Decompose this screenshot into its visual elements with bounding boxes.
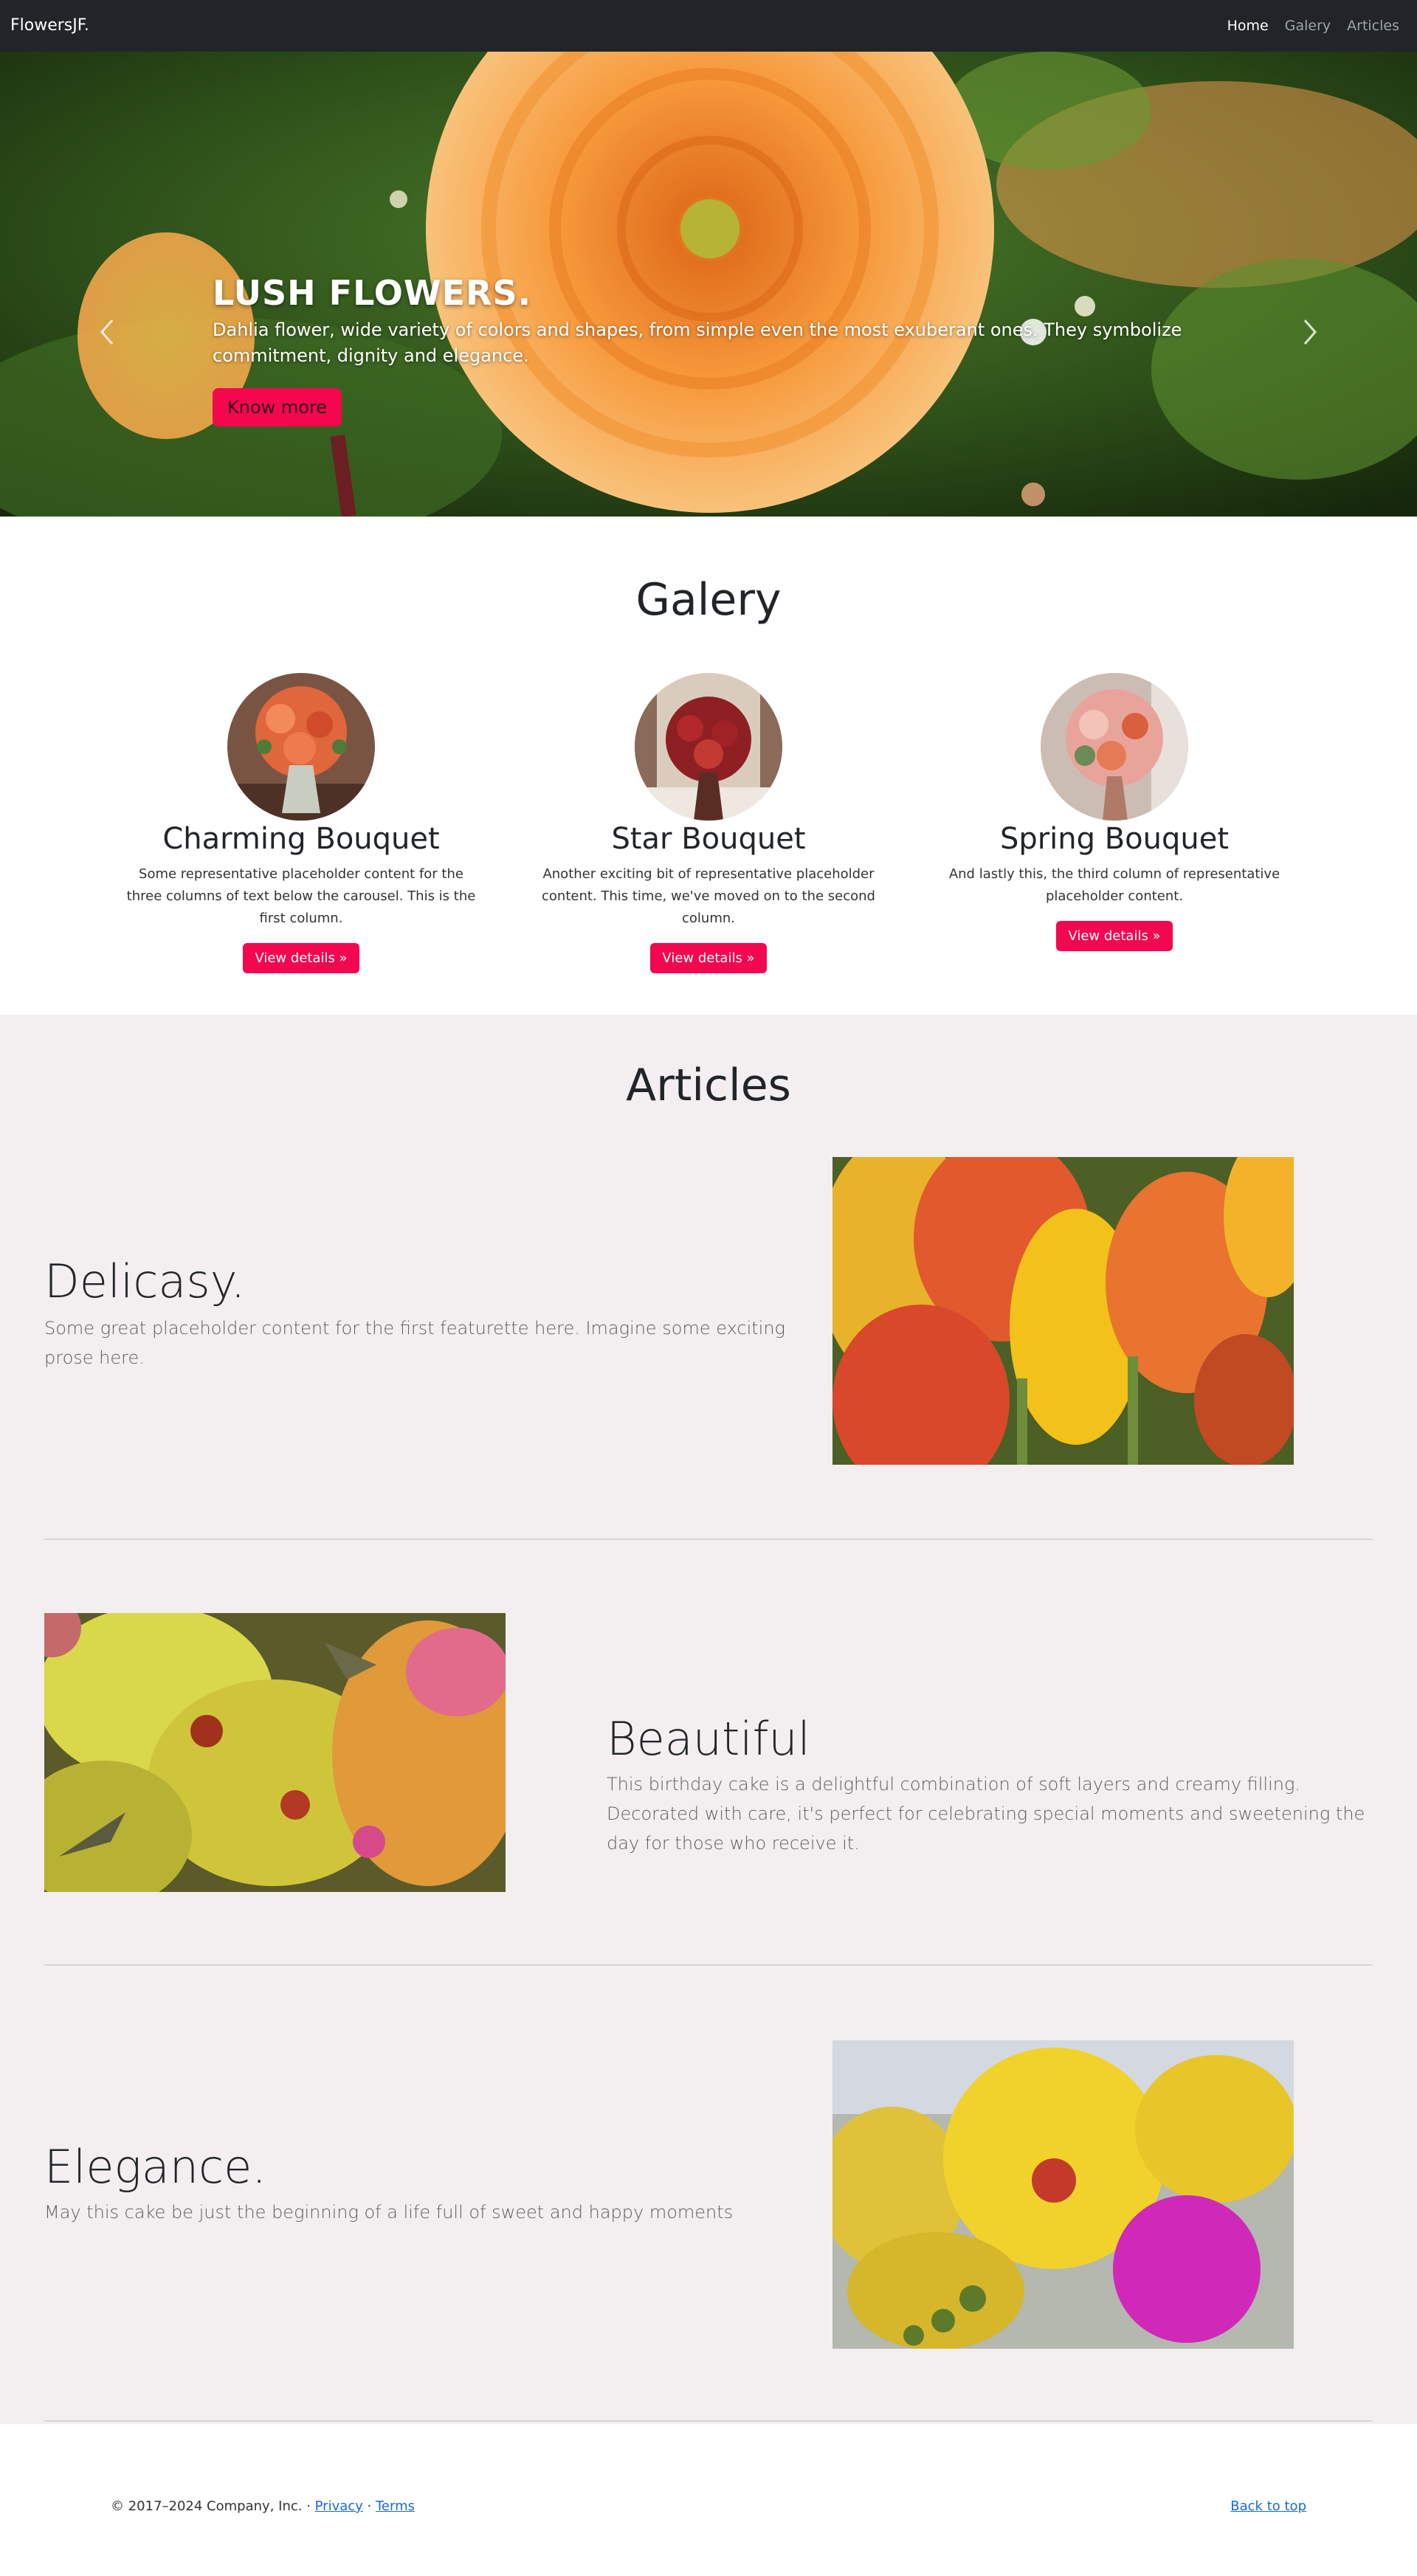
feature-text: Some great placeholder content for the f…	[44, 1318, 785, 1368]
gallery-card: Spring Bouquet And lastly this, the thir…	[937, 673, 1292, 951]
view-details-button[interactable]: View details »	[1056, 921, 1173, 951]
hero-caption: LUSH FLOWERS. Dahlia flower, wide variet…	[213, 273, 1238, 427]
view-details-button[interactable]: View details »	[243, 943, 359, 973]
hero-title: LUSH FLOWERS.	[213, 273, 532, 313]
feature-text: This birthday cake is a delightful combi…	[607, 1774, 1365, 1854]
nav-link-articles[interactable]: Articles	[1347, 18, 1399, 34]
terms-link[interactable]: Terms	[376, 2499, 415, 2514]
hero-text: Dahlia flower, wide variety of colors an…	[213, 320, 1182, 366]
gallery-title: Galery	[635, 574, 782, 626]
view-details-button[interactable]: View details »	[650, 943, 767, 973]
orchids-hummingbirds-image	[44, 1613, 506, 1892]
tulips-image	[832, 1157, 1294, 1465]
chevron-left-icon[interactable]	[96, 317, 118, 347]
nav-link-home[interactable]: Home	[1227, 18, 1269, 34]
feature-heading: Elegance.	[44, 2140, 266, 2194]
card-title: Spring Bouquet	[999, 822, 1230, 856]
back-to-top-link[interactable]: Back to top	[1230, 2499, 1306, 2514]
gallery-card: Star Bouquet Another exciting bit of rep…	[531, 673, 886, 973]
navbar: FlowersJF. Home Galery Articles	[0, 0, 1417, 52]
divider	[44, 2420, 1373, 2422]
chevron-right-icon[interactable]	[1299, 317, 1321, 347]
privacy-link[interactable]: Privacy	[315, 2499, 363, 2514]
copyright-text: © 2017–2024 Company, Inc. ·	[111, 2499, 315, 2514]
card-title: Charming Bouquet	[162, 822, 440, 856]
divider	[44, 1964, 1373, 1966]
spring-bouquet-image	[1041, 673, 1188, 821]
feature-heading: Beautiful	[607, 1712, 810, 1766]
nav-link-galery[interactable]: Galery	[1285, 18, 1331, 34]
footer-copyright: © 2017–2024 Company, Inc. · Privacy · Te…	[111, 2499, 415, 2514]
card-text: Another exciting bit of representative p…	[542, 866, 875, 926]
brand-logo[interactable]: FlowersJF.	[10, 16, 89, 35]
articles-title: Articles	[626, 1060, 791, 1111]
card-title: Star Bouquet	[611, 822, 806, 856]
hero-carousel: LUSH FLOWERS. Dahlia flower, wide variet…	[0, 52, 1417, 517]
gallery-card: Charming Bouquet Some representative pla…	[124, 673, 478, 973]
charming-bouquet-image	[227, 673, 375, 821]
divider	[44, 1539, 1373, 1540]
nav-links: Home Galery Articles	[1227, 18, 1399, 34]
feature-heading: Delicasy.	[44, 1254, 246, 1308]
yellow-orchids-image	[832, 2040, 1294, 2349]
separator: ·	[362, 2499, 376, 2514]
star-bouquet-image	[635, 673, 782, 821]
feature-text: May this cake be just the beginning of a…	[44, 2202, 734, 2223]
card-text: Some representative placeholder content …	[126, 866, 476, 926]
card-text: And lastly this, the third column of rep…	[948, 866, 1280, 904]
know-more-button[interactable]: Know more	[213, 388, 342, 427]
